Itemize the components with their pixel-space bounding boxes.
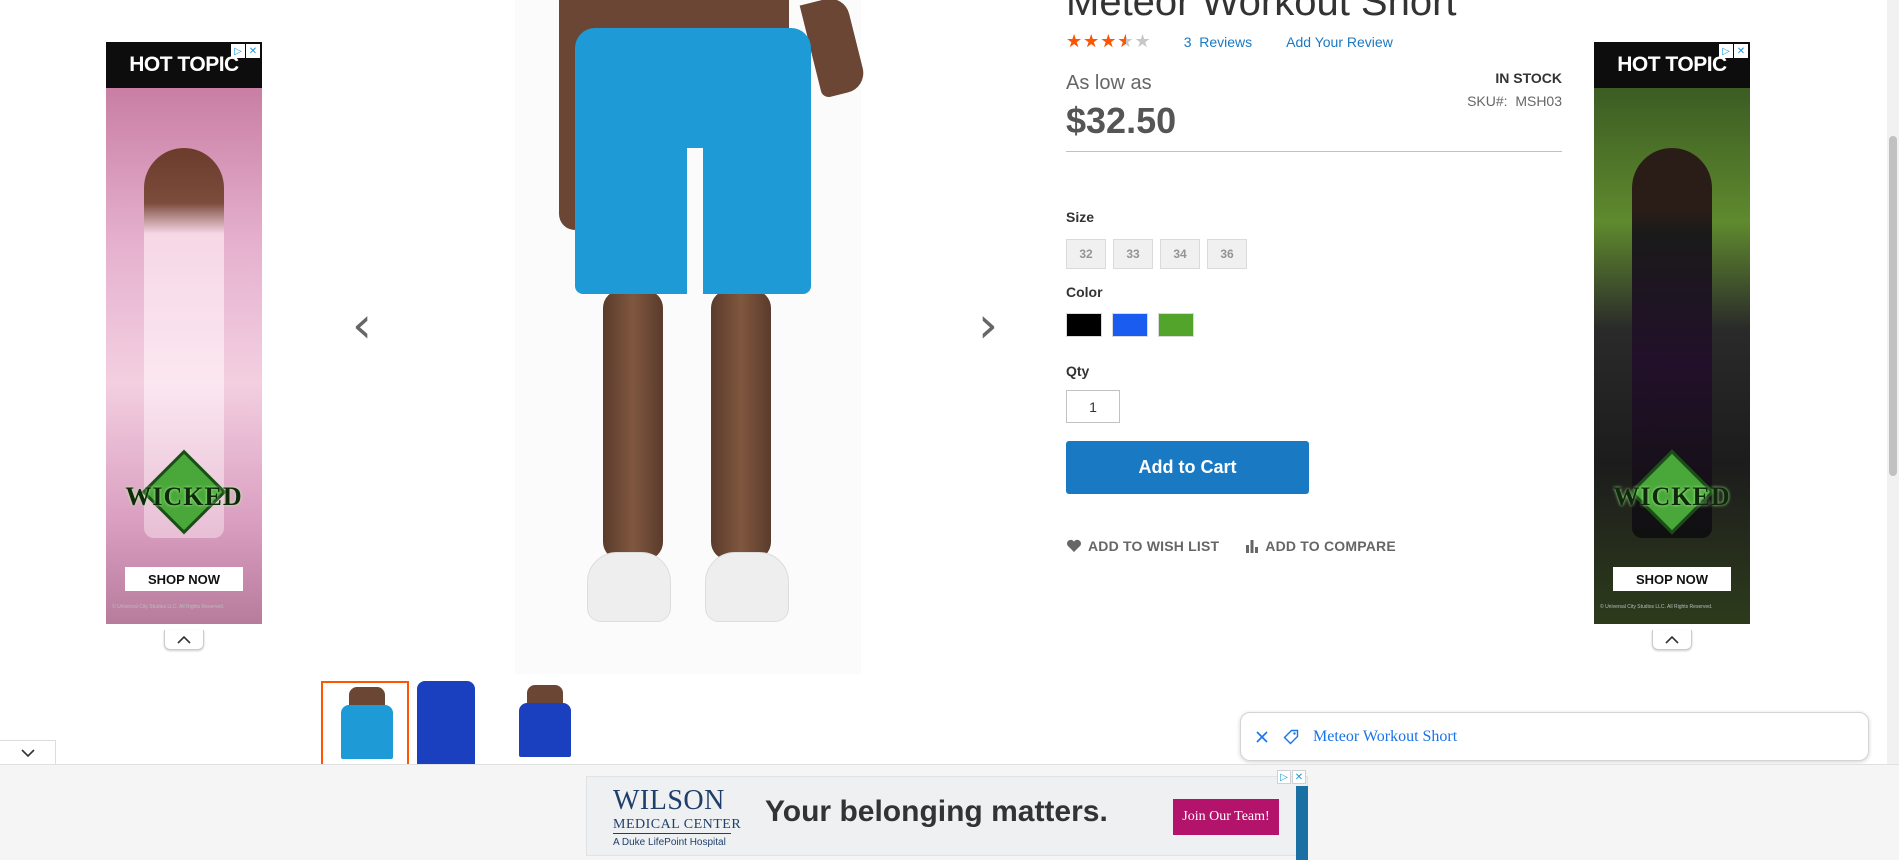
add-to-wishlist-button[interactable]: Add to Wish List — [1066, 538, 1219, 554]
size-option-34[interactable]: 34 — [1160, 239, 1200, 269]
thumbnail-1[interactable] — [321, 681, 409, 767]
chevron-down-icon — [20, 748, 35, 757]
product-rating: ★★★★★ ★★★★★ 3 Reviews Add Your Review — [1066, 32, 1393, 52]
color-swatch-1[interactable] — [1066, 313, 1102, 337]
rating-stars: ★★★★★ ★★★★★ — [1066, 31, 1152, 52]
ad-wicked-logo: WICKED — [1602, 449, 1742, 535]
close-icon[interactable] — [1255, 730, 1269, 744]
model-shoe-left — [587, 552, 671, 622]
thumbnail-color — [417, 681, 475, 767]
add-to-cart-button[interactable]: Add to Cart — [1066, 441, 1309, 494]
ad-choices[interactable]: ▷ ✕ — [231, 44, 260, 58]
product-main-image[interactable] — [515, 0, 868, 674]
search-chip-text: Meteor Workout Short — [1313, 727, 1458, 745]
ad-close-icon[interactable]: ✕ — [1734, 44, 1748, 58]
model-leg-right — [711, 290, 771, 560]
right-side-ad[interactable]: HOT TOPIC WICKED SHOP NOW © Universal Ci… — [1594, 42, 1750, 624]
ad-logo-subtitle: MEDICAL CENTER — [613, 817, 742, 832]
qty-input[interactable] — [1066, 390, 1120, 423]
color-options — [1066, 313, 1194, 337]
ad-image: WICKED SHOP NOW © Universal City Studios… — [1594, 88, 1750, 624]
divider — [1066, 151, 1562, 152]
ad-info-icon[interactable]: ▷ — [1719, 44, 1733, 58]
color-swatch-2[interactable] — [1112, 313, 1148, 337]
product-title: Meteor Workout Short — [1066, 0, 1457, 24]
size-label: Size — [1066, 209, 1095, 225]
model-shoe-right — [705, 552, 789, 622]
size-option-36[interactable]: 36 — [1207, 239, 1247, 269]
ad-info-icon[interactable]: ▷ — [1277, 770, 1291, 784]
ad-fine-print: © Universal City Studios LLC. All Rights… — [1600, 604, 1713, 610]
left-side-ad[interactable]: HOT TOPIC WICKED SHOP NOW © Universal Ci… — [106, 42, 262, 624]
qty-label: Qty — [1066, 363, 1090, 379]
thumbnail-color — [341, 705, 393, 759]
ad-close-icon[interactable]: ✕ — [1292, 770, 1306, 784]
ad-shop-now-button[interactable]: SHOP NOW — [1613, 567, 1731, 591]
wishlist-label: Add to Wish List — [1088, 538, 1220, 554]
gallery-thumbnails — [321, 681, 589, 767]
bottom-ad-choices[interactable]: ▷ ✕ — [1277, 770, 1306, 784]
ad-info-icon[interactable]: ▷ — [231, 44, 245, 58]
thumbnail-color — [519, 703, 571, 757]
ad-headline: Your belonging matters. — [765, 795, 1108, 828]
left-ad-collapse-button[interactable] — [164, 630, 204, 650]
page-collapse-button[interactable] — [0, 740, 56, 766]
product-actions: Add to Wish List Add to Compare — [1066, 538, 1396, 554]
product-gallery: ‹ › — [340, 0, 1020, 676]
page-scrollbar[interactable] — [1887, 0, 1899, 764]
color-swatch-3[interactable] — [1158, 313, 1194, 337]
stock-status: In stock — [1495, 70, 1562, 86]
heart-icon — [1067, 539, 1081, 552]
gallery-next-button[interactable]: › — [974, 300, 1002, 350]
tag-icon — [1283, 729, 1299, 744]
chevron-up-icon — [177, 635, 191, 644]
chevron-up-icon — [1665, 635, 1679, 644]
add-to-compare-button[interactable]: Add to Compare — [1245, 538, 1396, 554]
size-options: 32 33 34 36 — [1066, 239, 1247, 269]
thumbnail-2[interactable] — [411, 681, 499, 767]
color-label: Color — [1066, 284, 1103, 300]
bar-chart-icon — [1246, 540, 1259, 553]
sku: SKU#: MSH03 — [1467, 93, 1562, 109]
bottom-banner-ad[interactable]: WILSON MEDICAL CENTER A Duke LifePoint H… — [586, 776, 1308, 856]
ad-image: WICKED SHOP NOW © Universal City Studios… — [106, 88, 262, 624]
search-suggestion-chip[interactable]: Meteor Workout Short — [1240, 712, 1869, 761]
product-page: HOT TOPIC WICKED SHOP NOW © Universal Ci… — [0, 0, 1899, 860]
chevron-left-icon: ‹ — [352, 296, 372, 354]
ad-logo-divider — [613, 833, 731, 834]
scrollbar-thumb[interactable] — [1889, 136, 1897, 476]
price: $32.50 — [1066, 100, 1177, 141]
ad-logo-title: WILSON — [613, 785, 725, 816]
price-label: As low as — [1066, 72, 1152, 94]
ad-shop-now-button[interactable]: SHOP NOW — [125, 567, 243, 591]
gallery-prev-button[interactable]: ‹ — [348, 300, 376, 350]
thumbnail-3[interactable] — [501, 681, 589, 767]
reviews-link[interactable]: 3 Reviews — [1184, 34, 1252, 50]
ad-fine-print: © Universal City Studios LLC. All Rights… — [112, 604, 225, 610]
model-leg-left — [603, 290, 663, 560]
add-review-link[interactable]: Add Your Review — [1286, 34, 1393, 50]
ad-accent-bar — [1296, 786, 1308, 860]
compare-label: Add to Compare — [1265, 538, 1396, 554]
ad-choices[interactable]: ▷ ✕ — [1719, 44, 1748, 58]
ad-join-button[interactable]: Join Our Team! — [1173, 799, 1279, 835]
ad-logo-tagline: A Duke LifePoint Hospital — [613, 837, 726, 848]
size-option-33[interactable]: 33 — [1113, 239, 1153, 269]
ad-wicked-logo: WICKED — [114, 449, 254, 535]
right-ad-collapse-button[interactable] — [1652, 630, 1692, 650]
size-option-32[interactable]: 32 — [1066, 239, 1106, 269]
chevron-right-icon: › — [978, 296, 998, 354]
shorts-image — [575, 28, 811, 298]
ad-close-icon[interactable]: ✕ — [246, 44, 260, 58]
